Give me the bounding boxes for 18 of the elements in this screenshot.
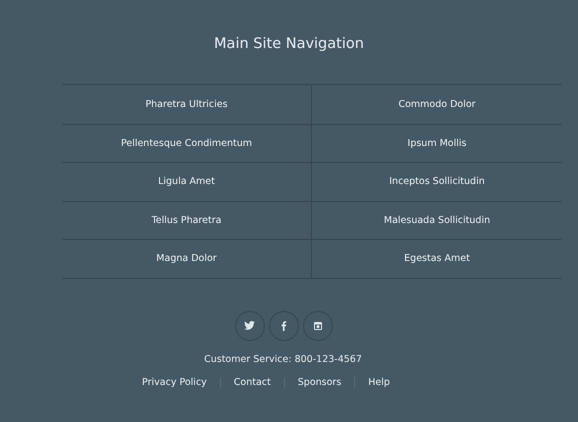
footer-link[interactable]: Sponsors	[284, 376, 354, 388]
nav-link[interactable]: Inceptos Sollicitudin	[312, 163, 562, 200]
nav-link[interactable]: Pharetra Ultricies	[62, 85, 312, 124]
footer-link[interactable]: Privacy Policy	[129, 376, 220, 388]
facebook-button[interactable]	[269, 310, 299, 340]
nav-link[interactable]: Ipsum Mollis	[312, 124, 562, 162]
twitter-button[interactable]	[235, 310, 265, 340]
footer-link[interactable]: Contact	[220, 376, 284, 388]
twitter-icon	[243, 318, 257, 332]
nav-link[interactable]: Tellus Pharetra	[62, 202, 312, 239]
nav-link[interactable]: Magna Dolor	[62, 240, 312, 278]
nav-link[interactable]: Ligula Amet	[62, 163, 312, 200]
customer-service-text: Customer Service: 800-123-4567	[203, 354, 363, 364]
footer-link[interactable]: Help	[354, 376, 403, 388]
nav-link[interactable]: Commodo Dolor	[312, 85, 562, 124]
nav-link[interactable]: Pellentesque Condimentum	[62, 124, 312, 162]
nav-link[interactable]: Egestas Amet	[312, 240, 562, 278]
nav-link[interactable]: Malesuada Sollicitudin	[312, 202, 562, 239]
